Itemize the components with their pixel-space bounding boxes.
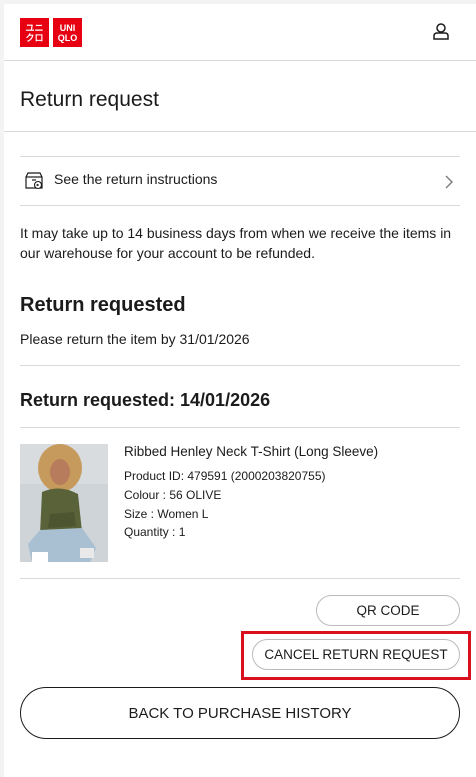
logo-text: ユニ bbox=[25, 22, 44, 33]
divider bbox=[20, 427, 460, 428]
product-colour: Colour : 56 OLIVE bbox=[124, 488, 222, 502]
product-name: Ribbed Henley Neck T-Shirt (Long Sleeve) bbox=[124, 444, 379, 459]
product-photo bbox=[20, 444, 108, 562]
instructions-label: See the return instructions bbox=[54, 171, 218, 187]
divider bbox=[4, 131, 476, 132]
product-size: Size : Women L bbox=[124, 507, 209, 521]
product-quantity: Quantity : 1 bbox=[124, 525, 186, 539]
page: ユニ クロ UNI QLO Return request See the ret… bbox=[4, 4, 476, 777]
page-title: Return request bbox=[20, 88, 159, 111]
qr-code-button[interactable]: QR CODE bbox=[316, 595, 460, 626]
logo-text: UNI bbox=[59, 22, 76, 33]
return-due-text: Please return the item by 31/01/2026 bbox=[20, 331, 250, 347]
return-status-title: Return requested bbox=[20, 294, 186, 316]
refund-info-text: It may take up to 14 business days from … bbox=[20, 225, 452, 261]
header: ユニ クロ UNI QLO bbox=[4, 4, 476, 61]
logo-text: QLO bbox=[57, 32, 78, 43]
back-to-purchase-history-button[interactable]: BACK TO PURCHASE HISTORY bbox=[20, 687, 460, 739]
product-image bbox=[20, 444, 108, 562]
return-requested-date: Return requested: 14/01/2026 bbox=[20, 390, 271, 410]
logo-latin-box: UNI QLO bbox=[53, 18, 82, 47]
logo-katakana-box: ユニ クロ bbox=[20, 18, 49, 47]
divider bbox=[20, 578, 460, 579]
product-id: Product ID: 479591 (2000203820755) bbox=[124, 469, 326, 483]
divider bbox=[20, 365, 460, 366]
account-icon[interactable] bbox=[432, 22, 450, 40]
logo-text: クロ bbox=[25, 32, 44, 43]
box-return-icon bbox=[25, 172, 43, 190]
cancel-return-request-button[interactable]: CANCEL RETURN REQUEST bbox=[252, 639, 460, 670]
return-instructions-link[interactable]: See the return instructions bbox=[20, 156, 460, 206]
uniqlo-logo[interactable]: ユニ クロ UNI QLO bbox=[20, 18, 82, 47]
chevron-right-icon bbox=[445, 175, 453, 189]
